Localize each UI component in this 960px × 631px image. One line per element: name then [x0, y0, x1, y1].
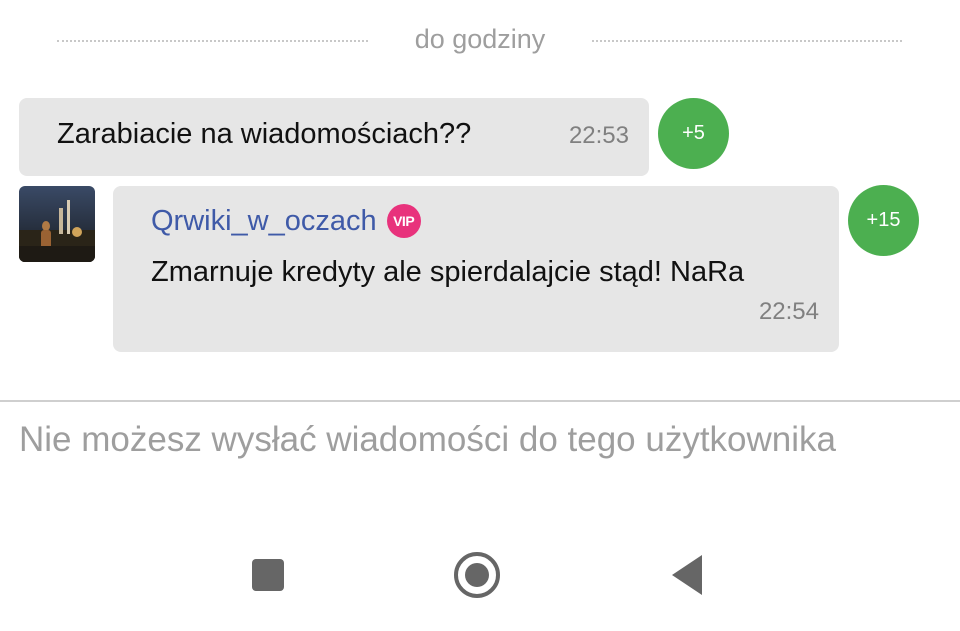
message-text: Zmarnuje kredyty ale spierdalajcie stąd!…: [151, 256, 745, 288]
composer-divider: [0, 400, 960, 402]
avatar-image: [19, 186, 95, 262]
message-time: 22:53: [568, 122, 629, 149]
back-button[interactable]: [658, 545, 718, 605]
message-sender[interactable]: Qrwiki_w_oczach VIP: [151, 204, 421, 238]
message-bubble-incoming-1[interactable]: Zarabiacie na wiadomościach?? 22:53: [19, 98, 649, 176]
message-text: Zarabiacie na wiadomościach??: [57, 118, 472, 150]
recents-button[interactable]: [238, 545, 298, 605]
message-bubble-incoming-2[interactable]: Qrwiki_w_oczach VIP Zmarnuje kredyty ale…: [113, 186, 839, 352]
triangle-back-icon: [672, 555, 702, 595]
circle-home-icon: [454, 552, 500, 598]
message-time: 22:54: [758, 298, 819, 325]
home-button[interactable]: [447, 545, 507, 605]
vip-badge: VIP: [386, 204, 421, 238]
square-recents-icon: [252, 559, 284, 591]
score-badge[interactable]: +15: [848, 185, 919, 256]
date-divider: do godziny: [0, 18, 960, 64]
date-divider-label: do godziny: [414, 24, 546, 54]
score-badge[interactable]: +5: [658, 98, 729, 169]
avatar[interactable]: [19, 186, 95, 262]
divider-line-right: [592, 40, 902, 42]
sender-name[interactable]: Qrwiki_w_oczach: [151, 205, 377, 238]
blocked-notice: Nie możesz wysłać wiadomości do tego uży…: [19, 420, 836, 459]
system-navigation-bar: [0, 520, 960, 631]
divider-line-left: [57, 40, 368, 42]
